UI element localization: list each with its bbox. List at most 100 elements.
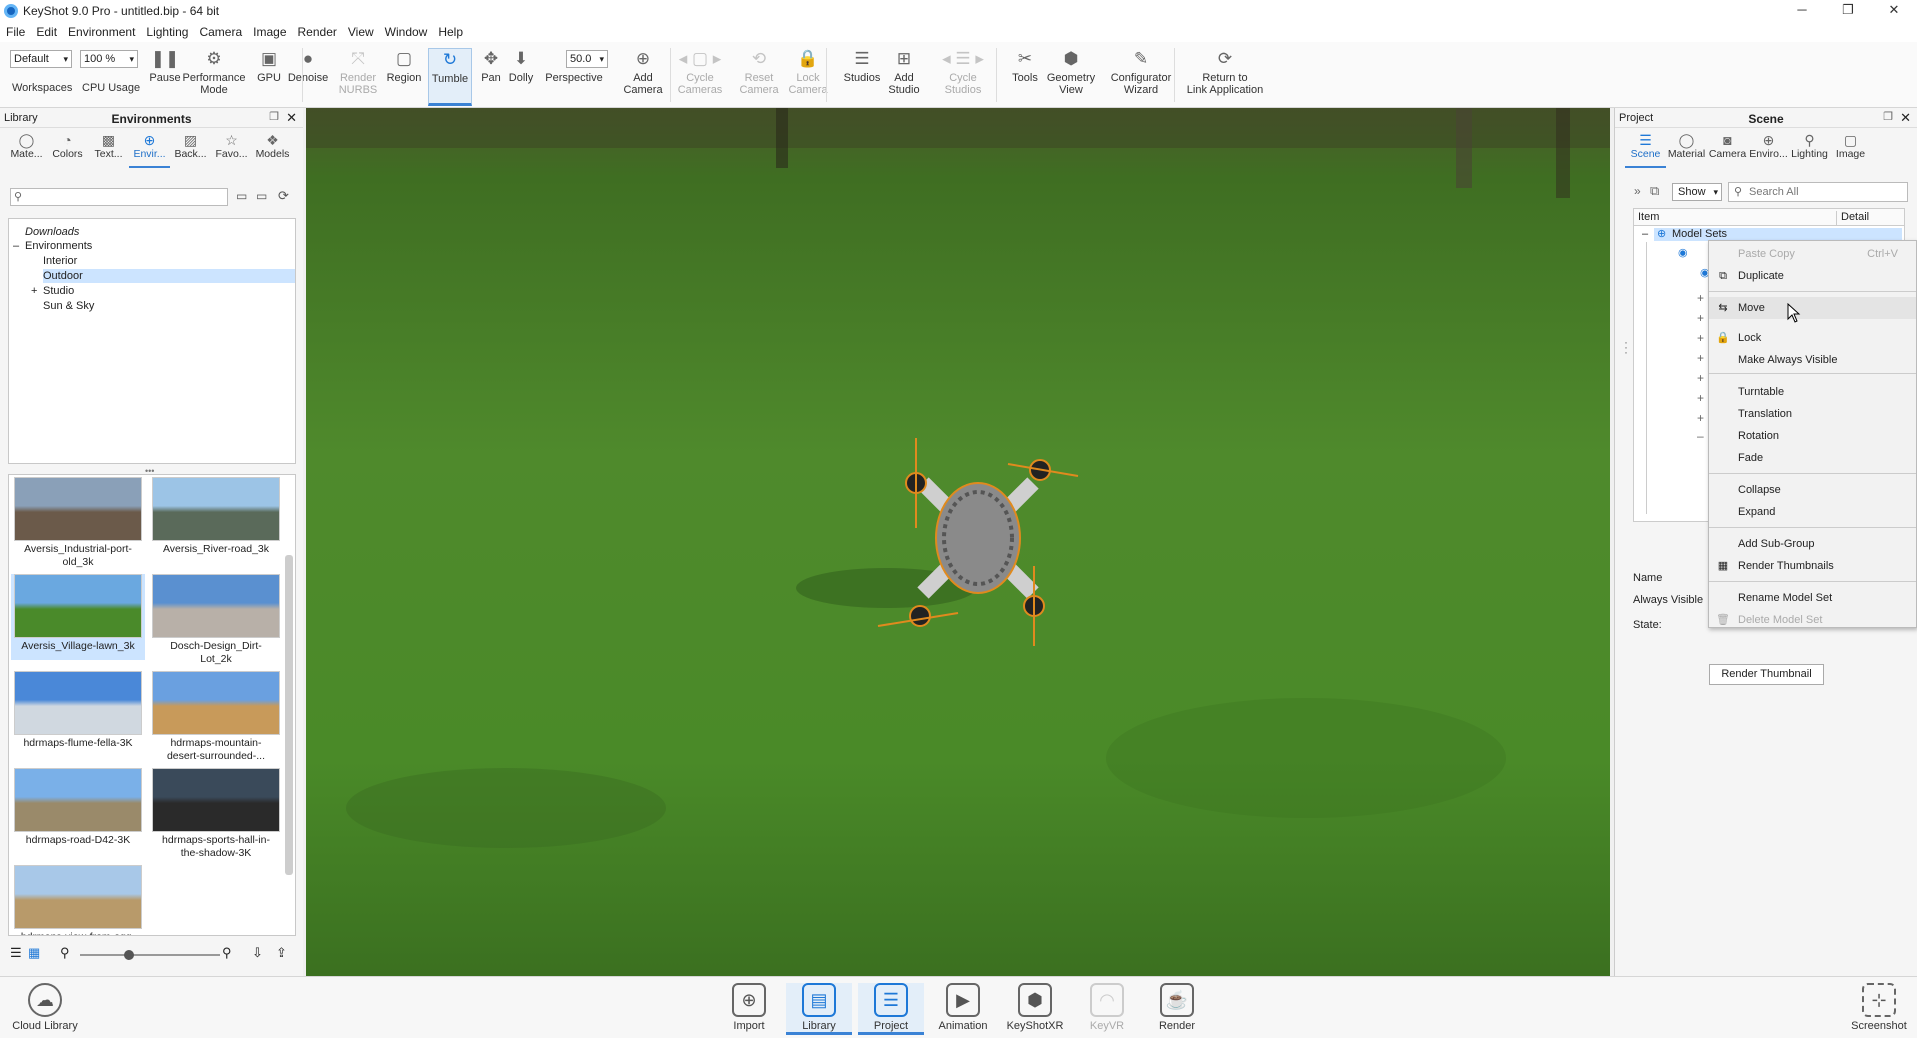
expand-icon[interactable]: + [1697,291,1704,305]
expand-icon[interactable]: + [1697,351,1704,365]
project-tab-scene[interactable]: ☰ Scene [1625,132,1666,168]
menu-item-make-always-visible[interactable]: Make Always Visible [1709,349,1916,371]
menu-item-rotation[interactable]: Rotation [1709,425,1916,447]
geometry-view-button[interactable]: ⬢ Geometry View [1042,48,1100,106]
refresh-icon[interactable]: ⟳ [278,188,289,204]
library-tab-colors[interactable]: ◔ Colors [47,132,88,168]
menu-view[interactable]: View [348,25,374,39]
add-camera-button[interactable]: ⊕ Add Camera [622,48,664,106]
project-tab-enviro[interactable]: ⊕ Enviro... [1748,132,1789,168]
thumbnail-aversis-village-lawn-3k[interactable]: Aversis_Village-lawn_3k [11,574,145,660]
download-icon[interactable]: ⇩ [252,945,263,961]
folder-icon[interactable]: ▭ [236,189,247,203]
menu-item-lock[interactable]: 🔒 Lock [1709,327,1916,349]
thumbnail-aversis-river-road-3k[interactable]: Aversis_River-road_3k [149,477,283,556]
project-tab-material[interactable]: ◯ Material [1666,132,1707,168]
pan-button[interactable]: ✥ Pan [476,48,506,106]
bottom-import-button[interactable]: ⊕ Import [716,983,782,1032]
menu-environment[interactable]: Environment [68,25,135,39]
bottom-project-button[interactable]: ☰ Project [858,983,924,1035]
thumbnail-scrollbar[interactable] [285,555,293,875]
performance-mode-button[interactable]: ⚙ Performance Mode [180,48,248,106]
close-panel-icon[interactable]: ✕ [1900,110,1911,126]
slider-handle[interactable] [124,950,134,960]
library-tab-text[interactable]: ▩ Text... [88,132,129,168]
zoom-in-icon[interactable]: ⚲ [222,945,232,961]
menu-help[interactable]: Help [438,25,463,39]
expand-icon[interactable]: + [1697,331,1704,345]
bottom-keyshotxr-button[interactable]: ⬢ KeyShotXR [1002,983,1068,1032]
thumbnail-hdrmaps-road-d42-3k[interactable]: hdrmaps-road-D42-3K [11,768,145,847]
tree-item-outdoor[interactable]: Outdoor [43,269,295,283]
minimize-button[interactable]: ─ [1779,0,1825,22]
expand-icon[interactable]: + [1697,391,1704,405]
menu-item-expand[interactable]: Expand [1709,501,1916,523]
menu-image[interactable]: Image [253,25,286,39]
close-button[interactable]: ✕ [1871,0,1917,22]
bottom-library-button[interactable]: ▤ Library [786,983,852,1035]
bottom-render-button[interactable]: ☕ Render [1144,983,1210,1032]
thumbnail-size-slider[interactable] [80,950,220,960]
expand-icon[interactable]: + [1697,311,1704,325]
menu-render[interactable]: Render [298,25,337,39]
tumble-button[interactable]: ↻ Tumble [428,48,472,106]
configurator-wizard-button[interactable]: ✎ Configurator Wizard [1104,48,1178,106]
menu-item-turntable[interactable]: Turntable [1709,381,1916,403]
filter-icon[interactable]: ⧉ [1650,183,1659,199]
collapse-icon[interactable]: – [13,239,19,253]
tree-item-environments[interactable]: Environments [25,239,92,253]
project-search-input[interactable]: ⚲ Search All [1728,182,1908,202]
library-tab-envir[interactable]: ⊕ Envir... [129,132,170,168]
library-tab-models[interactable]: ❖ Models [252,132,293,168]
upload-icon[interactable]: ⇪ [276,945,287,961]
gpu-button[interactable]: ▣ GPU [254,48,284,106]
return-to-link-application-button[interactable]: ⟳ Return to Link Application [1184,48,1266,106]
folder-add-icon[interactable]: ▭ [256,189,267,203]
close-panel-icon[interactable]: ✕ [286,110,297,126]
add-studio-button[interactable]: ⊞ Add Studio [884,48,924,106]
expand-icon[interactable]: + [1697,411,1704,425]
maximize-button[interactable]: ❐ [1825,0,1871,22]
denoise-button[interactable]: ● Denoise [288,48,328,106]
render-thumbnail-button[interactable]: Render Thumbnail [1709,664,1824,685]
list-view-icon[interactable]: ☰ [10,945,22,961]
menu-item-collapse[interactable]: Collapse [1709,479,1916,501]
float-panel-icon[interactable]: ❐ [1883,110,1893,123]
studios-button[interactable]: ☰ Studios [844,48,881,106]
expand-icon[interactable]: + [31,284,37,298]
menu-item-translation[interactable]: Translation [1709,403,1916,425]
menu-file[interactable]: File [6,25,25,39]
collapse-icon[interactable]: – [1697,429,1704,443]
show-select[interactable]: Show ▾ [1672,183,1722,201]
panel-resize-grip[interactable]: · · · [1624,336,1628,358]
float-panel-icon[interactable]: ❐ [269,110,279,123]
tree-item-downloads[interactable]: Downloads [25,225,79,239]
library-search-input[interactable]: ⚲ [10,188,228,206]
reset-camera-button[interactable]: ⟲ Reset Camera [738,48,780,106]
thumbnail-hdrmaps-flume-fella-3k[interactable]: hdrmaps-flume-fella-3K [11,671,145,750]
tree-item-sun-sky[interactable]: Sun & Sky [43,299,94,313]
collapse-toggle-icon[interactable]: – [1642,228,1648,240]
bottom-animation-button[interactable]: ▶ Animation [930,983,996,1032]
region-button[interactable]: ▢ Region [384,48,424,106]
thumbnail-hdrmaps-mountain-desert-surrounded[interactable]: hdrmaps-mountain- desert-surrounded-... [149,671,283,763]
menu-edit[interactable]: Edit [36,25,57,39]
thumbnail-hdrmaps-view-from-egg-mountain-3k[interactable]: hdrmaps-view-from-egg- mountain-3K [11,865,145,935]
tree-item-interior[interactable]: Interior [43,254,77,268]
workspace-select[interactable]: Default [10,50,72,68]
library-tab-back[interactable]: ▨ Back... [170,132,211,168]
lock-camera-button[interactable]: 🔒 Lock Camera [786,48,830,106]
menu-item-rename-model-set[interactable]: Rename Model Set [1709,587,1916,609]
screenshot-button[interactable]: ⊹ Screenshot [1846,983,1912,1032]
tree-item-studio[interactable]: Studio [43,284,74,298]
cycle-cameras-button[interactable]: ◂ ▢ ▸ Cycle Cameras [670,48,730,106]
project-tab-lighting[interactable]: ⚲ Lighting [1789,132,1830,168]
menu-window[interactable]: Window [385,25,428,39]
collapse-panel-icon[interactable]: » [1634,184,1641,198]
cloud-library-button[interactable]: ☁ Cloud Library [12,983,78,1032]
expand-icon[interactable]: + [1697,371,1704,385]
menu-camera[interactable]: Camera [199,25,242,39]
visibility-eye-icon[interactable]: ◉ [1678,246,1688,259]
dolly-button[interactable]: ⬇ Dolly [504,48,538,106]
tools-button[interactable]: ✂ Tools [1008,48,1042,106]
